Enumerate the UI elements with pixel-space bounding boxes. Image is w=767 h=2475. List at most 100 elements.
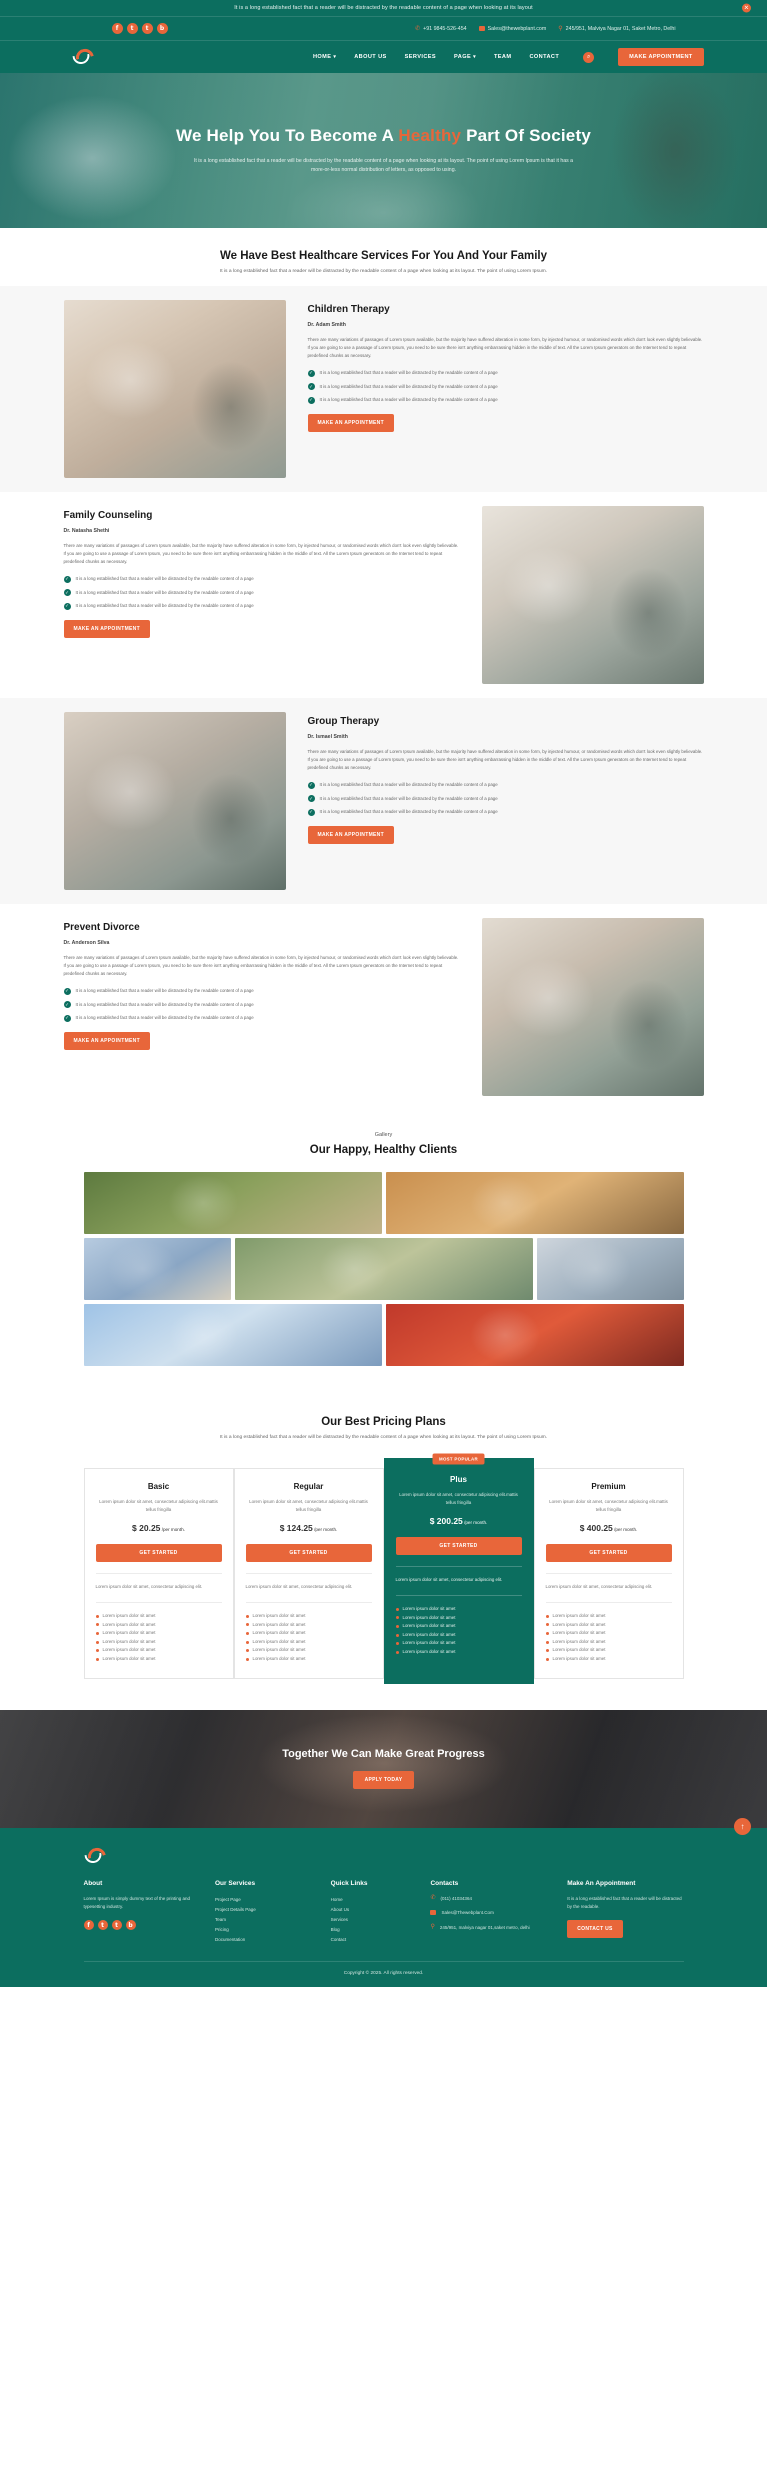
plan-name: Basic [147, 1482, 170, 1491]
service-feature-item: ✓ It is a long established fact that a re… [307, 795, 498, 803]
plan-feature: Lorem ipsum dolor sit amet [245, 1629, 372, 1638]
copyright-text: Copyright © 2025. All rights reserved. [83, 1961, 684, 1987]
plan-get-started-button[interactable]: GET STARTED [95, 1544, 222, 1563]
plan-get-started-button[interactable]: GET STARTED [545, 1544, 672, 1563]
footer-link-team[interactable]: Team [215, 1915, 321, 1925]
service-image [481, 918, 704, 1096]
footer-link-blog[interactable]: Blog [331, 1925, 421, 1935]
gallery-image[interactable] [234, 1238, 533, 1300]
service-image [481, 506, 704, 684]
apply-today-button[interactable]: APPLY TODAY [352, 1771, 415, 1790]
footer-email[interactable]: Sales@Thewebplant.Com [430, 1909, 557, 1917]
service-doctor: Dr. Adam Smith [307, 322, 346, 328]
service-appointment-button[interactable]: MAKE AN APPOINTMENT [63, 619, 150, 638]
service-appointment-button[interactable]: MAKE AN APPOINTMENT [307, 413, 394, 432]
nav-item-page[interactable]: PAGE ▾ [454, 54, 476, 60]
bullet-icon [395, 1650, 399, 1654]
service-doctor: Dr. Anderson Silva [63, 940, 110, 946]
bullet-icon [95, 1649, 99, 1653]
tumblr-icon[interactable]: t [141, 23, 153, 34]
footer-column-appointment: Make An Appointment It is a long establi… [567, 1880, 683, 1946]
tumblr-icon[interactable]: t [111, 1920, 122, 1931]
service-appointment-button[interactable]: MAKE AN APPOINTMENT [63, 1031, 150, 1050]
nav-menu: HOME ▾ ABOUT US SERVICES PAGE ▾ TEAM CON… [313, 48, 704, 66]
service-feature-item: ✓ It is a long established fact that a re… [307, 383, 498, 391]
address-contact[interactable]: ⚲ 245/951, Malviya Nagar 01, Saket Metro… [558, 26, 675, 32]
site-logo[interactable] [71, 47, 98, 67]
facebook-icon[interactable]: f [111, 23, 123, 34]
plan-name: Regular [293, 1482, 324, 1491]
plan-get-started-button[interactable]: GET STARTED [245, 1544, 372, 1563]
plan-feature: Lorem ipsum dolor sit amet [545, 1638, 672, 1647]
footer-phone[interactable]: ✆ (011) 41034364 [430, 1895, 557, 1903]
nav-item-about-us[interactable]: ABOUT US [354, 54, 386, 60]
footer-link-pricing[interactable]: Pricing [215, 1925, 321, 1935]
hero-title-highlight: Healthy [398, 126, 462, 146]
blogger-icon[interactable]: b [125, 1920, 136, 1931]
facebook-icon[interactable]: f [83, 1920, 94, 1931]
footer-address[interactable]: ⚲ 245/951, malviya nagar 01,saket metro,… [430, 1924, 557, 1932]
gallery-image[interactable] [83, 1304, 382, 1366]
email-contact[interactable]: Sales@thewebplant.com [478, 26, 546, 32]
plan-feature: Lorem ipsum dolor sit amet [95, 1638, 222, 1647]
plan-get-started-button[interactable]: GET STARTED [395, 1537, 522, 1556]
phone-contact[interactable]: ✆ +91 9845-526-454 [415, 26, 466, 32]
gallery-image[interactable] [385, 1304, 684, 1366]
envelope-icon [430, 1910, 437, 1916]
divider [545, 1573, 672, 1575]
nav-item-services[interactable]: SERVICES [405, 54, 436, 60]
nav-item-contact[interactable]: CONTACT [529, 54, 559, 60]
footer-link-documentation[interactable]: Documentation [215, 1935, 321, 1945]
chevron-down-icon: ▾ [473, 54, 476, 60]
service-description: There are many variations of passages of… [63, 955, 459, 977]
check-icon: ✓ [307, 369, 315, 377]
gallery-grid [83, 1172, 684, 1366]
plan-feature: Lorem ipsum dolor sit amet [545, 1621, 672, 1630]
gallery-image[interactable] [385, 1172, 684, 1234]
service-title: Family Counseling [63, 510, 153, 521]
close-icon[interactable]: ✕ [742, 3, 751, 13]
contact-us-button[interactable]: CONTACT US [567, 1920, 623, 1939]
make-appointment-button[interactable]: MAKE APPOINTMENT [618, 48, 704, 66]
plan-footer-text: Lorem ipsum dolor sit amet, consectetur … [395, 1577, 503, 1583]
footer-link-project-page[interactable]: Project Page [215, 1895, 321, 1905]
plan-feature: Lorem ipsum dolor sit amet [95, 1629, 222, 1638]
top-info-bar: f t t b ✆ +91 9845-526-454 Sales@thewebp… [0, 16, 767, 41]
service-section-children-therapy: Children Therapy Dr. Adam Smith There ar… [0, 286, 767, 492]
plan-feature: Lorem ipsum dolor sit amet [395, 1605, 522, 1614]
footer-heading: Contacts [430, 1879, 459, 1887]
gallery-image[interactable] [83, 1238, 231, 1300]
nav-item-home[interactable]: HOME ▾ [313, 54, 336, 60]
nav-item-team[interactable]: TEAM [494, 54, 511, 60]
twitter-icon[interactable]: t [126, 23, 138, 34]
footer-link-contact[interactable]: Contact [331, 1935, 421, 1945]
footer-link-about-us[interactable]: About Us [331, 1905, 421, 1915]
check-icon: ✓ [63, 589, 71, 597]
bullet-icon [245, 1649, 249, 1653]
scroll-to-top-icon[interactable]: ↑ [734, 1817, 751, 1835]
bullet-icon [395, 1607, 399, 1611]
footer-logo[interactable] [83, 1845, 110, 1866]
footer-link-project-details-page[interactable]: Project Details Page [215, 1905, 321, 1915]
footer-link-home[interactable]: Home [331, 1895, 421, 1905]
plan-price: $ 20.25 /per month. [132, 1523, 185, 1534]
service-title: Group Therapy [307, 716, 380, 727]
plan-feature: Lorem ipsum dolor sit amet [395, 1622, 522, 1631]
service-title: Children Therapy [307, 304, 390, 315]
plan-feature: Lorem ipsum dolor sit amet [95, 1621, 222, 1630]
blogger-icon[interactable]: b [156, 23, 168, 34]
divider [95, 1573, 222, 1575]
search-icon[interactable]: ⌕ [583, 51, 595, 63]
gallery-image[interactable] [83, 1172, 382, 1234]
bullet-icon [95, 1614, 99, 1618]
plan-feature: Lorem ipsum dolor sit amet [95, 1655, 222, 1664]
footer-heading: Our Services [215, 1879, 256, 1887]
main-navigation: HOME ▾ ABOUT US SERVICES PAGE ▾ TEAM CON… [0, 41, 767, 73]
check-icon: ✓ [307, 396, 315, 404]
twitter-icon[interactable]: t [97, 1920, 108, 1931]
services-title: We Have Best Healthcare Services For You… [219, 250, 548, 262]
footer-link-services[interactable]: Services [331, 1915, 421, 1925]
pricing-title: Our Best Pricing Plans [321, 1416, 446, 1428]
gallery-image[interactable] [536, 1238, 684, 1300]
service-appointment-button[interactable]: MAKE AN APPOINTMENT [307, 825, 394, 844]
